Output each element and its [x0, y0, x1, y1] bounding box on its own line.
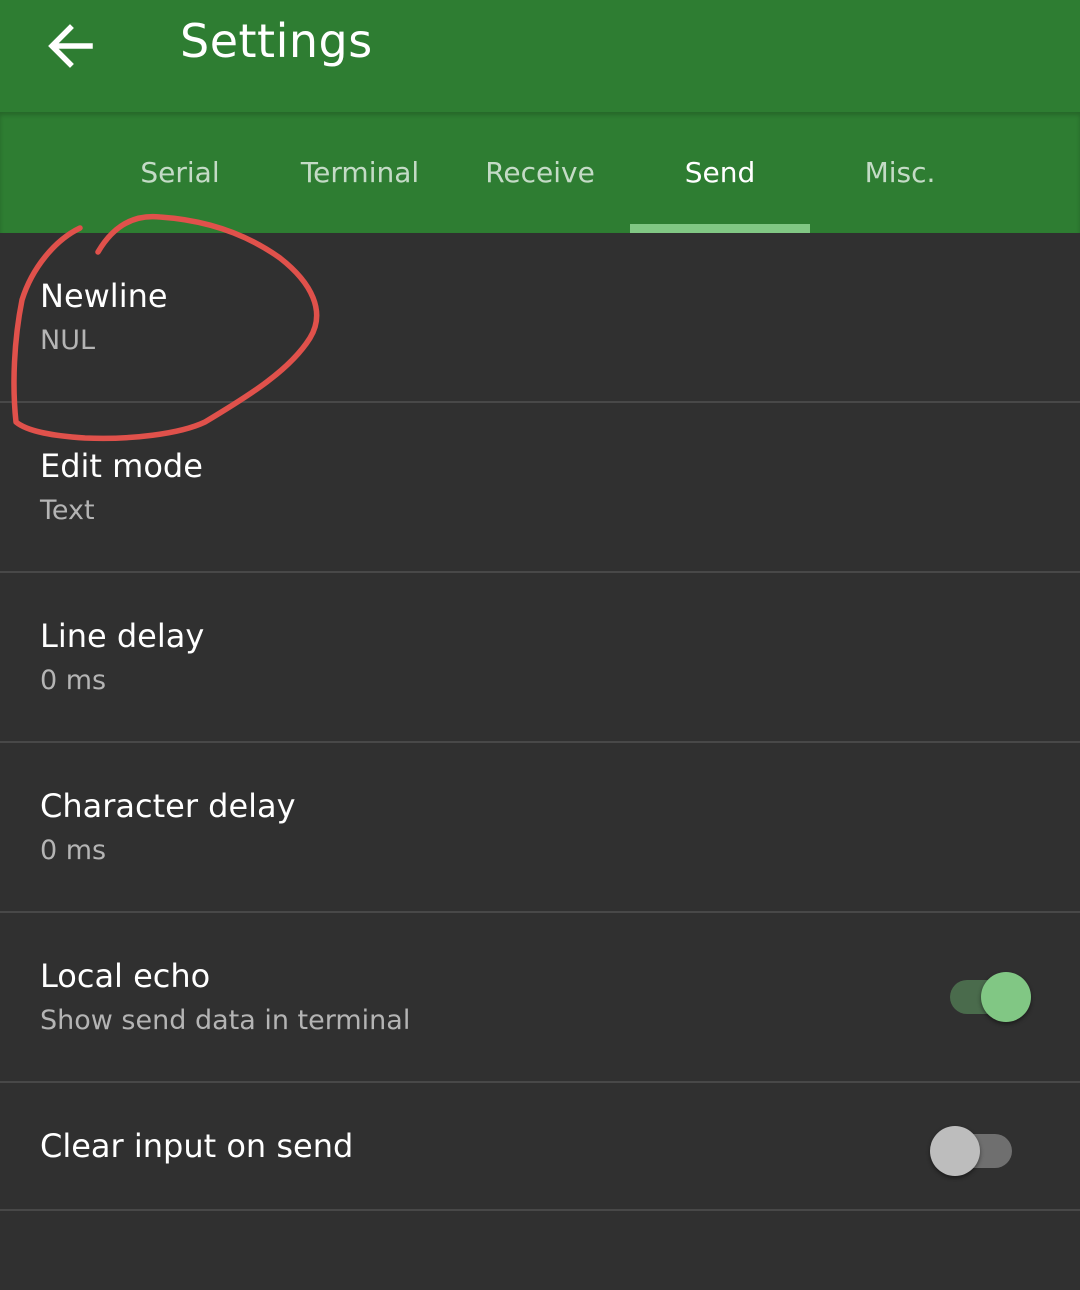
pref-summary: 0 ms [40, 835, 107, 866]
pref-title: Local echo [40, 957, 211, 995]
tab-bar: Serial Terminal Receive Send Misc. [0, 112, 1080, 233]
tab-indicator [630, 224, 810, 233]
pref-title: Edit mode [40, 447, 203, 485]
local-echo-switch[interactable] [930, 963, 1031, 1023]
switch-thumb [930, 1126, 980, 1176]
pref-local-echo[interactable]: Local echo Show send data in terminal [0, 913, 1080, 1083]
clear-input-switch[interactable] [930, 1117, 1030, 1177]
settings-screen: Settings Serial Terminal Receive Send Mi… [0, 0, 1080, 1290]
arrow-back-icon [48, 24, 93, 68]
pref-summary: Text [40, 495, 95, 526]
tab-serial[interactable]: Serial [90, 112, 270, 233]
pref-summary: NUL [40, 325, 96, 356]
pref-title: Newline [40, 277, 168, 315]
back-button[interactable] [30, 4, 110, 84]
pref-summary: Show send data in terminal [40, 1005, 411, 1036]
pref-title: Character delay [40, 787, 296, 825]
pref-character-delay[interactable]: Character delay 0 ms [0, 743, 1080, 913]
pref-title: Line delay [40, 617, 205, 655]
pref-clear-input[interactable]: Clear input on send [0, 1083, 1080, 1211]
pref-newline[interactable]: Newline NUL [0, 233, 1080, 403]
tab-receive[interactable]: Receive [450, 112, 630, 233]
pref-title: Clear input on send [40, 1127, 354, 1165]
tab-misc[interactable]: Misc. [810, 112, 990, 233]
app-toolbar: Settings [0, 0, 1080, 112]
tab-terminal[interactable]: Terminal [270, 112, 450, 233]
pref-line-delay[interactable]: Line delay 0 ms [0, 573, 1080, 743]
tab-send[interactable]: Send [630, 112, 810, 233]
page-title: Settings [180, 14, 373, 68]
pref-edit-mode[interactable]: Edit mode Text [0, 403, 1080, 573]
switch-thumb [981, 972, 1031, 1022]
pref-summary: 0 ms [40, 665, 107, 696]
